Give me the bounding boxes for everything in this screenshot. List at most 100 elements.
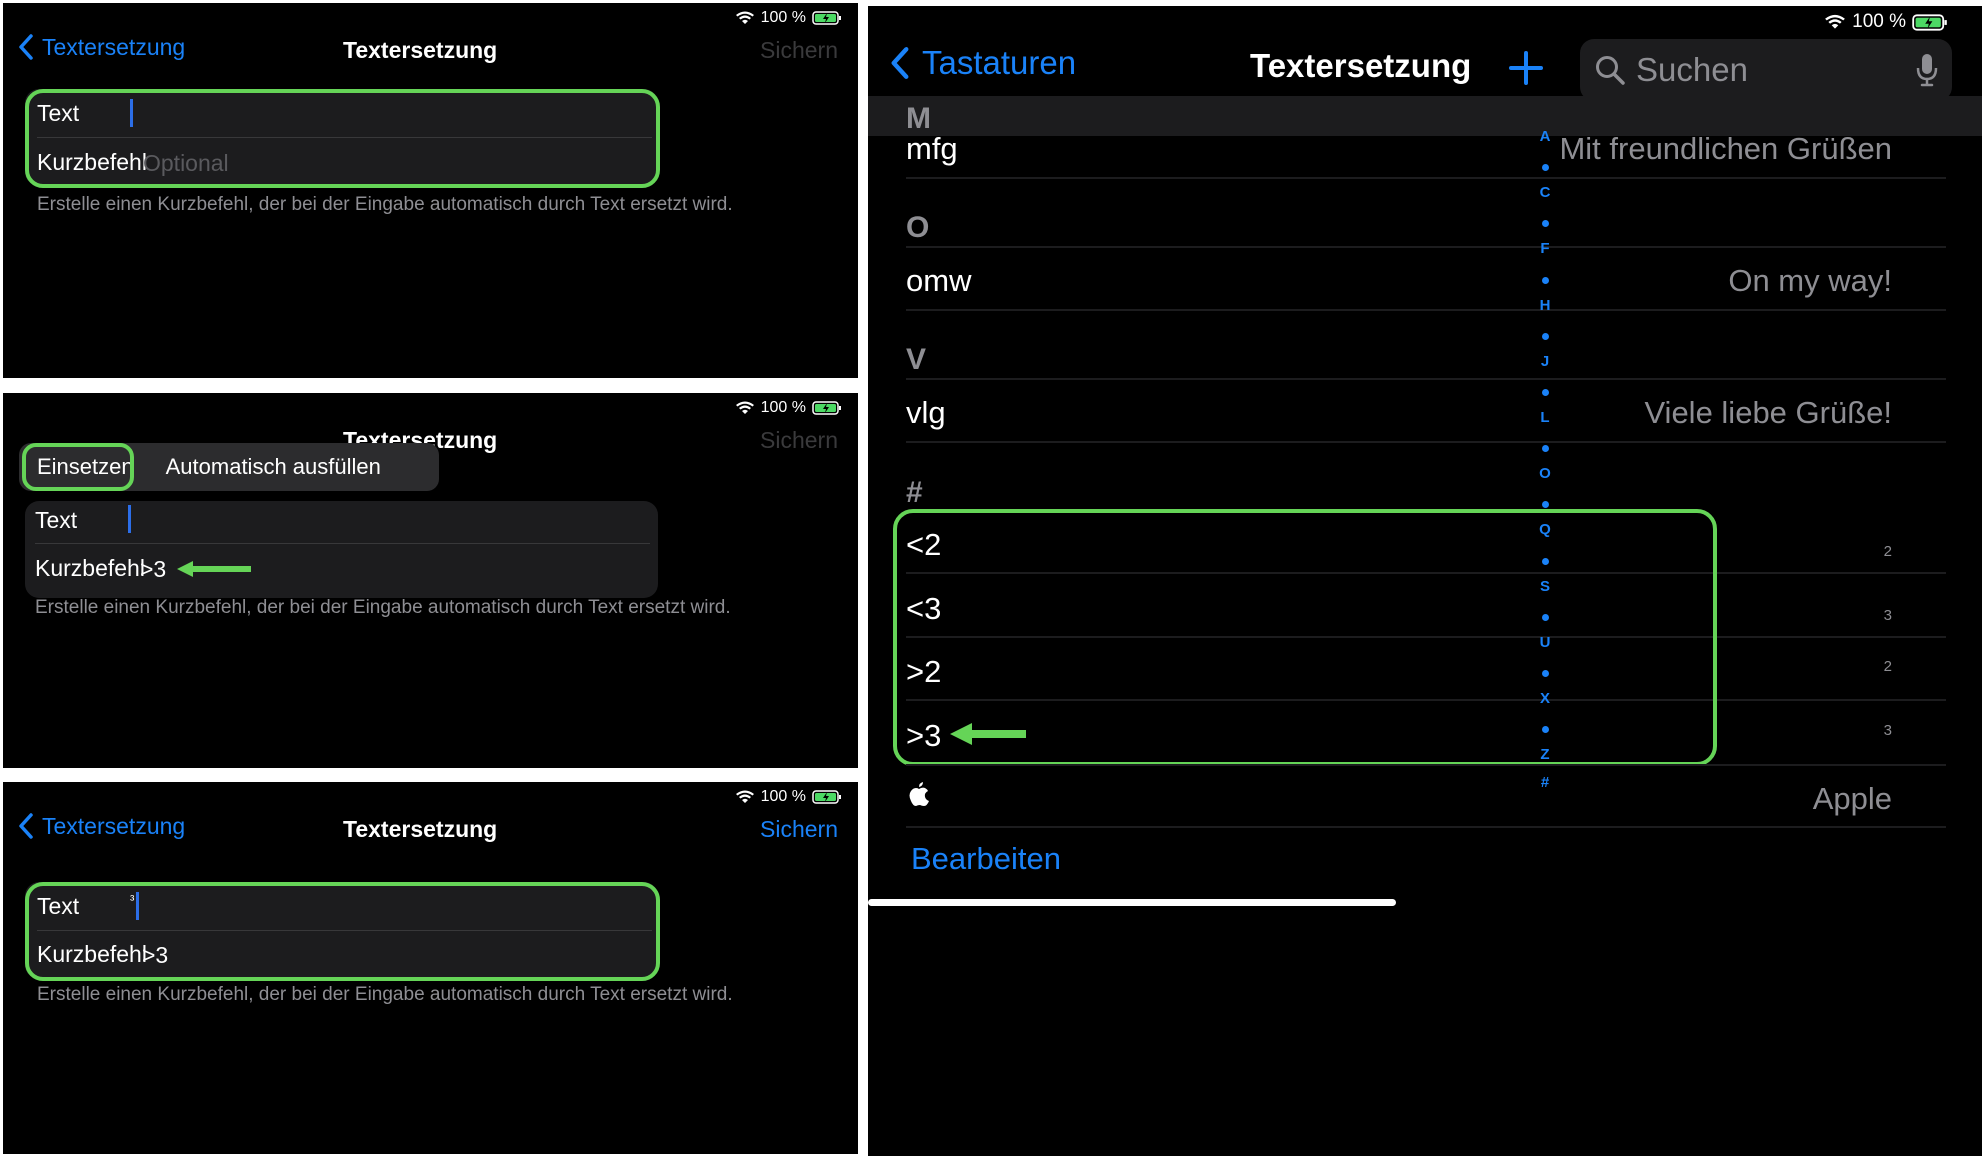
- text-field-label: Text: [37, 100, 80, 126]
- shortcut-input[interactable]: Optional: [143, 150, 229, 177]
- back-button[interactable]: Textersetzung: [18, 812, 185, 840]
- save-button[interactable]: Sichern: [760, 816, 838, 843]
- panel-filled-form: 100 % Textersetzung Textersetzung Sicher…: [3, 782, 858, 1154]
- battery-charging-icon: [1912, 13, 1947, 31]
- index-dot[interactable]: [1542, 332, 1549, 340]
- index-dot[interactable]: [1542, 613, 1549, 621]
- list-item-shortcut[interactable]: omw: [906, 263, 971, 299]
- shortcut-field-label: Kurzbefehl: [37, 941, 147, 967]
- index-dot[interactable]: [1542, 445, 1549, 453]
- search-icon: [1596, 56, 1625, 85]
- green-arrow-icon: [177, 561, 251, 577]
- divider: [906, 764, 1946, 766]
- status-bar: 100 %: [735, 9, 842, 27]
- shortcut-field-label: Kurzbefehl: [35, 555, 145, 581]
- divider: [906, 378, 1946, 380]
- shortcut-input[interactable]: >3: [140, 556, 166, 583]
- highlight-frame: [22, 443, 134, 491]
- apple-logo-icon[interactable]: [908, 781, 930, 807]
- list-item-phrase[interactable]: 2: [1884, 543, 1892, 560]
- index-letter[interactable]: S: [1535, 578, 1555, 595]
- search-bar[interactable]: Suchen: [1580, 39, 1952, 101]
- list-item-phrase[interactable]: 2: [1884, 658, 1892, 675]
- battery-percent: 100 %: [760, 399, 806, 416]
- battery-percent: 100 %: [1852, 11, 1906, 32]
- divider: [906, 246, 1946, 248]
- battery-charging-icon: [812, 790, 841, 804]
- index-letter[interactable]: U: [1535, 634, 1555, 651]
- wifi-icon: [735, 11, 754, 24]
- battery-percent: 100 %: [760, 788, 806, 805]
- chevron-left-icon: [19, 34, 33, 60]
- text-input-caret[interactable]: [128, 505, 131, 533]
- plus-icon[interactable]: [1508, 50, 1544, 86]
- index-letter[interactable]: X: [1535, 690, 1555, 707]
- chevron-left-icon: [891, 47, 909, 79]
- index-dot[interactable]: [1542, 164, 1549, 172]
- divider: [906, 177, 1946, 179]
- save-button[interactable]: Sichern: [760, 37, 838, 64]
- chevron-left-icon: [19, 813, 33, 839]
- status-bar: 100 %: [735, 399, 842, 417]
- text-input-caret[interactable]: [130, 99, 133, 127]
- page-title: Textersetzung: [343, 37, 498, 63]
- panel-replacement-list: 100 % Tastaturen Textersetzung Suchen M …: [868, 6, 1982, 1156]
- help-text: Erstelle einen Kurzbefehl, der bei der E…: [37, 984, 733, 1005]
- save-button[interactable]: Sichern: [760, 427, 838, 454]
- text-input[interactable]: ³: [130, 892, 134, 907]
- autofill-menu-item[interactable]: Automatisch ausfüllen: [152, 454, 399, 480]
- battery-percent: 100 %: [760, 9, 806, 26]
- index-letter[interactable]: H: [1535, 297, 1555, 314]
- battery-charging-icon: [812, 401, 841, 415]
- index-letter[interactable]: F: [1535, 240, 1555, 257]
- index-dot[interactable]: [1542, 501, 1549, 509]
- list-item-phrase[interactable]: On my way!: [1728, 263, 1892, 299]
- index-dot[interactable]: [1542, 220, 1549, 228]
- home-indicator: [868, 899, 1396, 906]
- shortcut-input[interactable]: >3: [142, 942, 168, 969]
- divider: [906, 826, 1946, 828]
- microphone-icon[interactable]: [1916, 53, 1938, 87]
- wifi-icon: [1825, 14, 1846, 29]
- list-item-shortcut[interactable]: mfg: [906, 131, 958, 167]
- index-letter[interactable]: Z: [1535, 746, 1555, 763]
- section-header-o: O: [906, 211, 930, 244]
- help-text: Erstelle einen Kurzbefehl, der bei der E…: [37, 194, 733, 215]
- index-letter[interactable]: C: [1535, 184, 1555, 201]
- index-dot[interactable]: [1542, 276, 1549, 284]
- list-item-phrase[interactable]: 3: [1884, 607, 1892, 624]
- divider: [906, 309, 1946, 311]
- index-letter[interactable]: A: [1535, 128, 1555, 145]
- search-input[interactable]: Suchen: [1636, 51, 1748, 89]
- status-bar: 100 %: [1824, 11, 1948, 33]
- text-input-caret: [136, 892, 139, 920]
- battery-charging-icon: [812, 11, 841, 25]
- wifi-icon: [735, 790, 754, 803]
- index-dot[interactable]: [1542, 557, 1549, 565]
- text-field-label: Text: [37, 893, 80, 919]
- index-dot[interactable]: [1542, 388, 1549, 396]
- index-letter[interactable]: L: [1535, 409, 1555, 426]
- back-label: Tastaturen: [922, 44, 1077, 81]
- form-group: [25, 501, 658, 598]
- edit-button[interactable]: Bearbeiten: [911, 841, 1061, 877]
- index-dot[interactable]: [1542, 669, 1549, 677]
- back-button[interactable]: Tastaturen: [890, 44, 1076, 82]
- back-label: Textersetzung: [42, 812, 186, 839]
- list-item-phrase[interactable]: 3: [1884, 722, 1892, 739]
- index-letter[interactable]: #: [1535, 774, 1555, 791]
- index-letter[interactable]: O: [1535, 465, 1555, 482]
- list-item-phrase[interactable]: Apple: [1813, 781, 1892, 817]
- back-button[interactable]: Textersetzung: [18, 33, 185, 61]
- panel-paste-menu: 100 % Textersetzung Sichern Einsetzen Au…: [3, 393, 858, 768]
- help-text: Erstelle einen Kurzbefehl, der bei der E…: [35, 597, 731, 618]
- list-item-phrase[interactable]: Viele liebe Grüße!: [1644, 395, 1892, 431]
- divider: [37, 930, 652, 931]
- text-field-label: Text: [35, 507, 78, 533]
- index-letter[interactable]: Q: [1535, 521, 1555, 538]
- list-item-phrase[interactable]: Mit freundlichen Grüßen: [1559, 131, 1892, 167]
- shortcut-field-label: Kurzbefehl: [37, 149, 147, 175]
- highlight-frame: [893, 509, 1717, 766]
- index-letter[interactable]: J: [1535, 353, 1555, 370]
- list-item-shortcut[interactable]: vlg: [906, 395, 946, 431]
